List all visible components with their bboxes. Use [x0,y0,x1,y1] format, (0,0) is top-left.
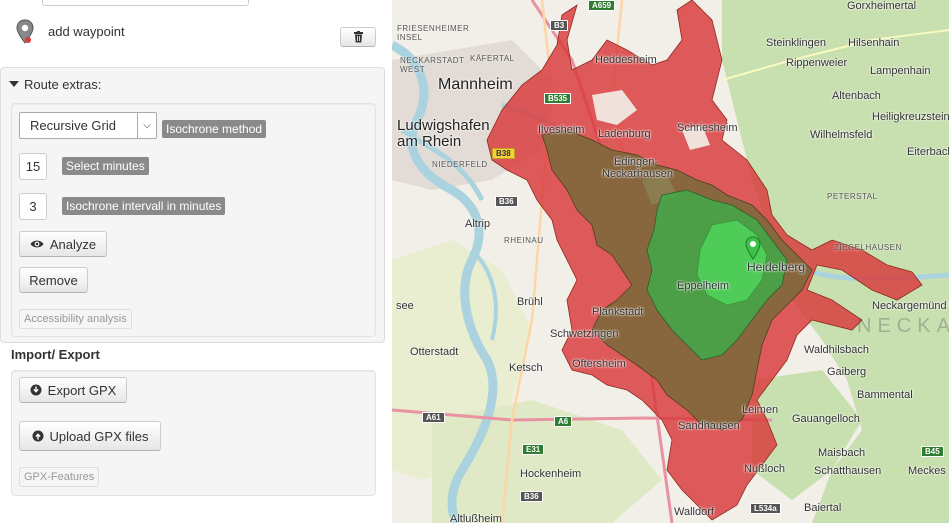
label-leimen: Leimen [742,404,779,416]
accessibility-analysis-tag: Accessibility analysis [19,309,132,329]
label-lampenhain: Lampenhain [870,65,931,77]
upload-gpx-label: Upload GPX files [49,428,149,444]
isochrone-method-value: Recursive Grid [30,118,116,133]
label-rheinau: RHEINAU [504,236,544,245]
label-schwetzingen: Schwetzingen [550,328,619,340]
waypoint-marker-icon [16,19,34,45]
label-schatthausen: Schatthausen [814,465,882,477]
label-altrip: Altrip [465,218,491,230]
label-peterstal: PETERSTAL [827,192,878,201]
collapse-caret-icon[interactable] [9,81,19,87]
label-baiertal: Baiertal [804,502,842,514]
add-waypoint-label[interactable]: add waypoint [48,24,125,39]
interval-input[interactable]: 3 [19,193,47,220]
label-otterstadt: Otterstadt [410,346,459,358]
minutes-input[interactable]: 15 [19,153,47,180]
label-hockenheim: Hockenheim [520,468,582,480]
interval-label: Isochrone intervall in minutes [62,197,226,215]
road-shield-b38: B38 [492,148,515,159]
road-shield-b36-north: B36 [495,196,518,207]
label-oftersheim: Oftersheim [572,358,626,370]
delete-waypoint-button[interactable] [340,27,376,47]
road-shield-a659: A659 [588,0,616,11]
isochrone-method-select[interactable]: Recursive Grid ⌵ [19,112,157,139]
label-rippenweier: Rippenweier [786,57,848,69]
label-ludwigshafen: Ludwigshafen [397,117,490,134]
upload-icon [32,430,43,442]
map-pin-icon[interactable] [745,236,761,260]
label-steinklingen: Steinklingen [766,37,826,49]
label-bammental: Bammental [857,389,913,401]
remove-button[interactable]: Remove [19,267,88,293]
minutes-label: Select minutes [62,157,149,175]
label-nussloch: Nußloch [744,463,785,475]
label-eppelheim: Eppelheim [677,280,729,292]
label-neckar-region: NECKAR [857,315,949,337]
label-ilvesheim: Ilvesheim [538,124,585,136]
label-meckesheim: Meckes [908,465,946,477]
label-schriesheim: Schriesheim [677,122,738,134]
road-shield-a61: A61 [422,412,445,423]
sidebar: add waypoint Route extras: Recursive Gri… [0,0,392,523]
label-altenbach: Altenbach [832,90,881,102]
export-icon [30,384,42,396]
eye-icon [30,240,44,248]
label-mannheim: Mannheim [438,76,513,93]
road-shield-b45: B45 [921,446,944,457]
label-plankstadt: Plankstadt [592,306,644,318]
address-input[interactable] [42,0,249,6]
label-ketsch: Ketsch [509,362,543,374]
road-shield-b36-south: B36 [520,491,543,502]
label-waldhilsbach: Waldhilsbach [804,344,870,356]
road-shield-e31: E31 [522,444,545,455]
trash-icon [353,31,363,43]
export-gpx-button[interactable]: Export GPX [19,377,127,403]
chevron-down-icon: ⌵ [137,113,156,138]
map-view[interactable]: Mannheim Ludwigshafen am Rhein Heddeshei… [392,0,949,523]
road-shield-b535: B535 [544,93,572,104]
label-altlussheim: Altlußheim [450,513,502,523]
label-neckarstadt-west: NECKARSTADT WEST [400,56,465,74]
label-heiligkreuzsteinach: Heiligkreuzsteinach [872,111,949,123]
label-kafertal: KÄFERTAL [470,54,515,63]
label-sandhausen: Sandhausen [678,420,740,432]
export-gpx-label: Export GPX [47,382,117,398]
road-shield-b3: B3 [550,20,569,31]
import-export-heading: Import/ Export [11,347,100,362]
label-gauangelloch: Gauangelloch [792,413,860,425]
label-neckargemuend: Neckargemünd [872,300,947,312]
analyze-button[interactable]: Analyze [19,231,107,257]
label-eiterbach: Eiterbach [907,146,949,158]
label-wilhelmsfeld: Wilhelmsfeld [810,129,873,141]
label-hilsenhain: Hilsenhain [848,37,900,49]
label-bruehl: Brühl [517,296,543,308]
label-friesenheimer-insel: FRIESENHEIMER INSEL [397,24,470,42]
label-heidelberg: Heidelberg [747,260,806,274]
route-extras-title[interactable]: Route extras: [24,77,101,92]
label-neckarhausen: Neckarhausen [602,168,673,180]
label-niederfeld: NIEDERFELD [432,160,488,169]
label-ladenburg: Ladenburg [598,128,651,140]
gpx-features-tag: GPX-Features [19,467,100,487]
label-edingen: Edingen- [614,156,659,168]
label-walldorf: Walldorf [674,506,714,518]
label-gaiberg: Gaiberg [827,366,867,378]
isochrone-method-label: Isochrone method [162,120,267,138]
remove-label: Remove [29,272,78,288]
label-ziegelhausen: ZIEGELHAUSEN [834,243,902,252]
label-heddesheim: Heddesheim [595,54,657,66]
upload-gpx-button[interactable]: Upload GPX files [19,421,161,451]
analyze-label: Analyze [49,236,97,252]
label-am-rhein: am Rhein [397,133,462,150]
label-maisbach: Maisbach [818,447,866,459]
label-gorxheimertal: Gorxheimertal [847,0,917,12]
label-see: see [396,300,414,312]
road-shield-a6: A6 [554,416,573,427]
road-shield-l534a: L534a [750,503,781,514]
